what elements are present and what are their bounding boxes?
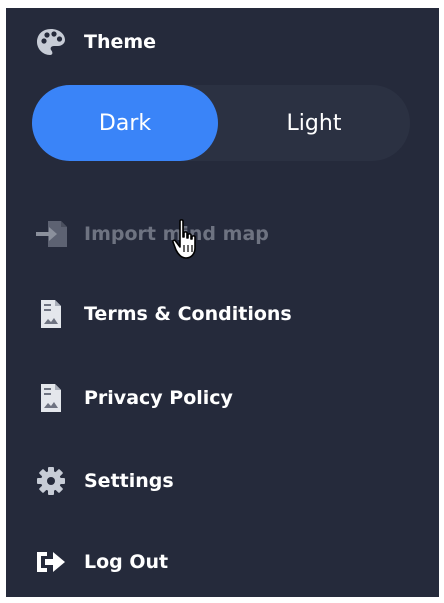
theme-option-light[interactable]: Light bbox=[218, 85, 410, 161]
settings-item[interactable]: Settings bbox=[6, 461, 439, 501]
gear-icon bbox=[34, 464, 68, 498]
log-out-label: Log Out bbox=[84, 551, 169, 573]
theme-header: Theme bbox=[6, 22, 439, 62]
log-out-item[interactable]: Log Out bbox=[6, 542, 439, 582]
settings-label: Settings bbox=[84, 470, 174, 492]
logout-arrow-icon bbox=[34, 545, 68, 579]
import-mind-map-item[interactable]: Import mind map bbox=[6, 214, 439, 254]
palette-icon bbox=[34, 25, 68, 59]
privacy-policy-label: Privacy Policy bbox=[84, 387, 233, 409]
import-arrow-icon bbox=[34, 217, 68, 251]
terms-conditions-label: Terms & Conditions bbox=[84, 303, 292, 325]
theme-label: Theme bbox=[84, 31, 157, 53]
theme-option-dark[interactable]: Dark bbox=[32, 85, 218, 161]
theme-toggle: Dark Light bbox=[32, 85, 410, 161]
pointer-hand-cursor-icon bbox=[172, 218, 200, 262]
terms-conditions-item[interactable]: Terms & Conditions bbox=[6, 294, 439, 334]
side-menu-panel: Theme Dark Light Import mind map Terms &… bbox=[6, 8, 439, 597]
document-icon bbox=[34, 381, 68, 415]
privacy-policy-item[interactable]: Privacy Policy bbox=[6, 378, 439, 418]
document-icon bbox=[34, 297, 68, 331]
